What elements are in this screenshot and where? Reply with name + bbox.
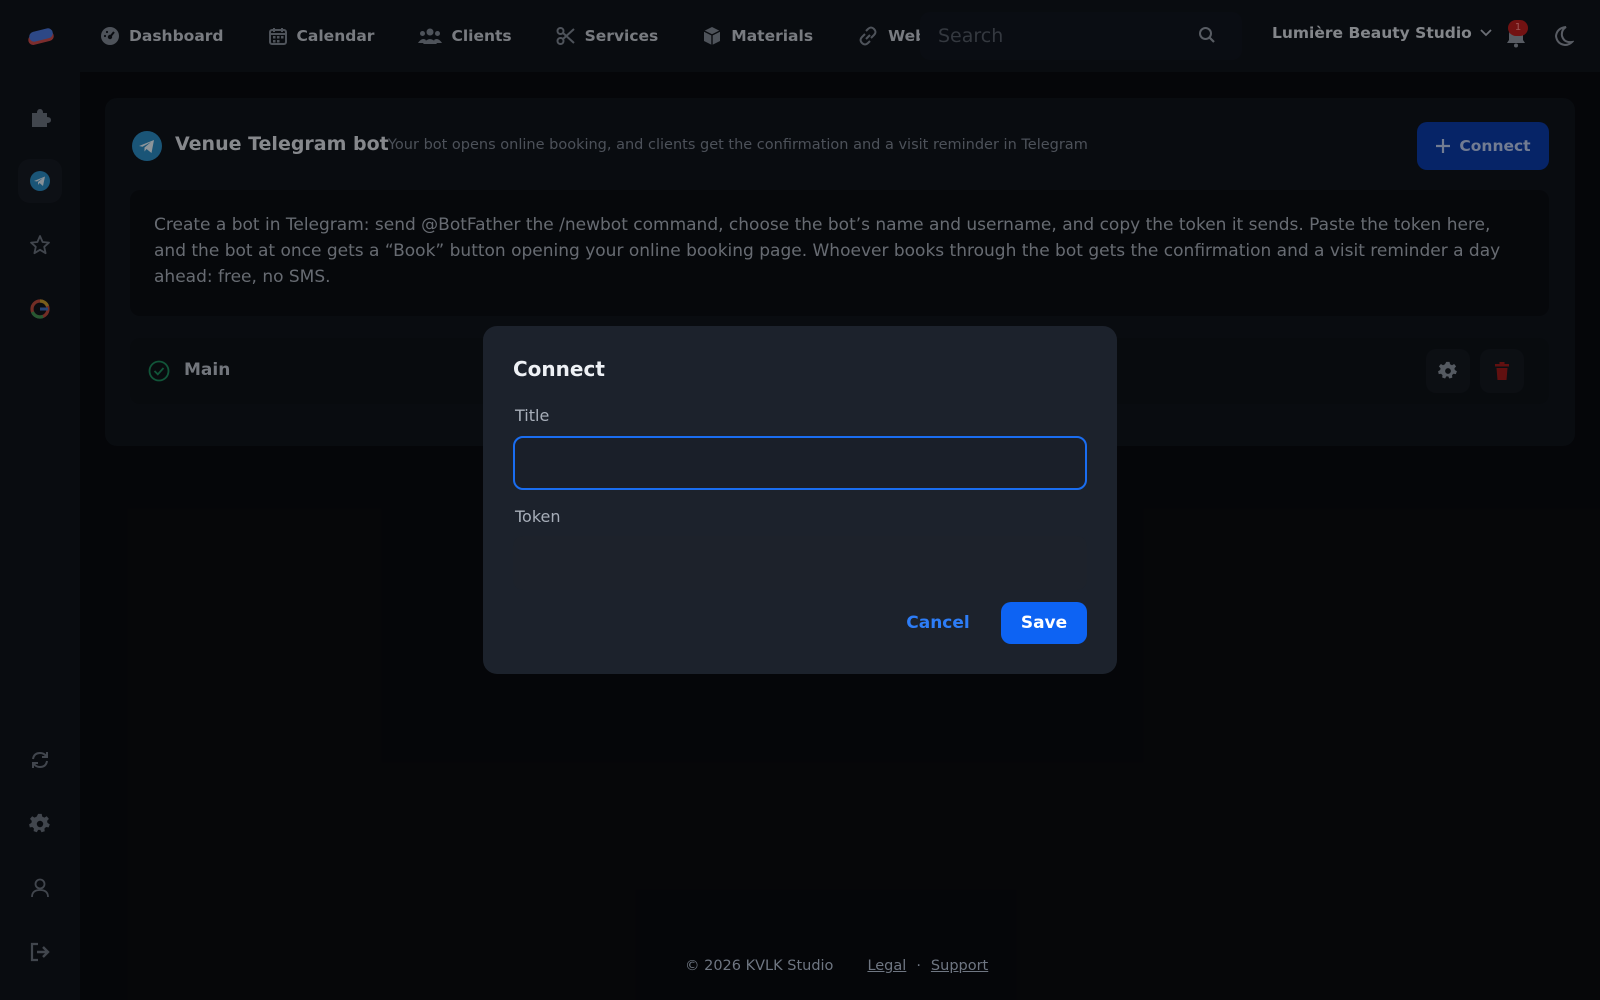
title-input[interactable] xyxy=(513,436,1087,490)
connect-dialog: Connect Title Token Cancel Save xyxy=(483,326,1117,674)
dialog-title: Connect xyxy=(513,357,605,381)
legal-link[interactable]: Legal xyxy=(867,958,906,974)
cancel-button[interactable]: Cancel xyxy=(893,602,983,644)
footer: © 2026 KVLK Studio Legal · Support xyxy=(685,958,988,974)
footer-separator: · xyxy=(916,958,921,974)
token-input[interactable] xyxy=(513,536,1087,590)
token-field-label: Token xyxy=(515,507,561,526)
copyright: © 2026 KVLK Studio xyxy=(685,958,834,974)
title-field-label: Title xyxy=(515,406,550,425)
save-button[interactable]: Save xyxy=(1001,602,1087,644)
support-link[interactable]: Support xyxy=(931,958,988,974)
